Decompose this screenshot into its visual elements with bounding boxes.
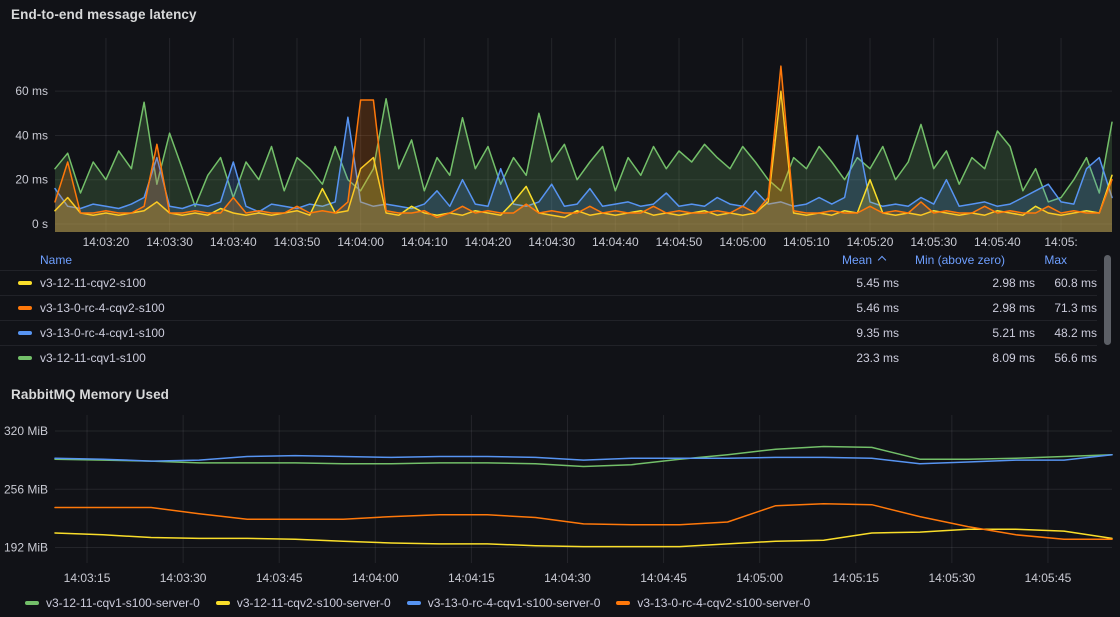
legend-header: Name Mean Min (above zero) Max [0, 250, 1097, 270]
svg-text:0 s: 0 s [32, 217, 48, 231]
svg-text:60 ms: 60 ms [15, 84, 48, 98]
svg-text:14:05:00: 14:05:00 [719, 235, 766, 249]
svg-text:14:03:40: 14:03:40 [210, 235, 257, 249]
legend-rows: v3-12-11-cqv2-s1005.45 ms2.98 ms60.8 msv… [0, 270, 1097, 370]
series-color-swatch [407, 601, 421, 605]
max-value: 71.3 ms [1035, 301, 1097, 315]
legend-header-max[interactable]: Max [1035, 253, 1097, 267]
svg-text:14:05:00: 14:05:00 [736, 571, 783, 585]
svg-text:14:04:30: 14:04:30 [528, 235, 575, 249]
svg-text:14:03:30: 14:03:30 [160, 571, 207, 585]
series-name: v3-13-0-rc-4-cqv2-s100-server-0 [637, 596, 810, 610]
max-value: 48.2 ms [1035, 326, 1097, 340]
svg-text:14:05:: 14:05: [1044, 235, 1077, 249]
max-value: 60.8 ms [1035, 276, 1097, 290]
svg-text:14:04:00: 14:04:00 [352, 571, 399, 585]
series-color-swatch [18, 331, 32, 335]
svg-text:14:03:15: 14:03:15 [64, 571, 111, 585]
legend-row: v3-12-11-cqv2-s100 5.45 ms2.98 ms60.8 ms [0, 270, 1097, 295]
legend-item[interactable]: v3-13-0-rc-4-cqv1-s100-server-0 [407, 596, 601, 610]
svg-text:14:03:50: 14:03:50 [274, 235, 321, 249]
svg-text:14:03:20: 14:03:20 [83, 235, 130, 249]
legend-row: v3-13-0-rc-4-cqv2-s100 5.46 ms2.98 ms71.3… [0, 295, 1097, 320]
series-name[interactable]: v3-12-11-cqv1-s100 [40, 351, 146, 365]
memory-legend: v3-12-11-cqv1-s100-server-0 v3-12-11-cqv2… [25, 596, 826, 610]
series-name: v3-12-11-cqv1-s100-server-0 [46, 596, 200, 610]
series-name[interactable]: v3-13-0-rc-4-cqv1-s100 [40, 326, 165, 340]
svg-text:14:05:30: 14:05:30 [910, 235, 957, 249]
svg-text:14:04:20: 14:04:20 [465, 235, 512, 249]
min-value: 5.21 ms [899, 326, 1035, 340]
svg-text:320 MiB: 320 MiB [4, 424, 48, 438]
legend-scrollbar[interactable] [1104, 255, 1111, 345]
grafana-dashboard: End-to-end message latency 14:03:2014:03… [0, 0, 1120, 617]
svg-text:14:04:10: 14:04:10 [401, 235, 448, 249]
min-value: 2.98 ms [899, 276, 1035, 290]
svg-text:14:05:10: 14:05:10 [783, 235, 830, 249]
latency-chart[interactable]: 14:03:20 14:03:30 14:03:40 14:03:50 14:04:00… [0, 30, 1120, 250]
series-name: v3-13-0-rc-4-cqv1-s100-server-0 [428, 596, 601, 610]
mean-value: 23.3 ms [739, 351, 899, 365]
svg-text:14:05:20: 14:05:20 [847, 235, 894, 249]
svg-text:14:05:15: 14:05:15 [832, 571, 879, 585]
svg-text:14:05:40: 14:05:40 [974, 235, 1021, 249]
legend-item[interactable]: v3-13-0-rc-4-cqv2-s100-server-0 [616, 596, 810, 610]
max-value: 56.6 ms [1035, 351, 1097, 365]
sort-ascending-icon [878, 256, 886, 264]
memory-panel-title[interactable]: RabbitMQ Memory Used [11, 387, 169, 402]
min-value: 8.09 ms [899, 351, 1035, 365]
series-name: v3-12-11-cqv2-s100-server-0 [237, 596, 391, 610]
series-color-swatch [18, 281, 32, 285]
svg-text:14:04:50: 14:04:50 [656, 235, 703, 249]
memory-chart[interactable]: 14:03:15 14:03:30 14:03:45 14:04:00 14:04:15… [0, 405, 1120, 617]
svg-text:256 MiB: 256 MiB [4, 482, 48, 496]
svg-text:14:05:30: 14:05:30 [928, 571, 975, 585]
svg-text:14:04:45: 14:04:45 [640, 571, 687, 585]
min-value: 2.98 ms [899, 301, 1035, 315]
series-name[interactable]: v3-12-11-cqv2-s100 [40, 276, 146, 290]
mean-value: 9.35 ms [739, 326, 899, 340]
series-color-swatch [616, 601, 630, 605]
series-color-swatch [25, 601, 39, 605]
series-color-swatch [18, 306, 32, 310]
legend-item[interactable]: v3-12-11-cqv2-s100-server-0 [216, 596, 391, 610]
series-color-swatch [18, 356, 32, 360]
svg-text:14:05:45: 14:05:45 [1025, 571, 1072, 585]
svg-text:14:04:30: 14:04:30 [544, 571, 591, 585]
svg-text:14:04:15: 14:04:15 [448, 571, 495, 585]
legend-header-mean[interactable]: Mean [739, 253, 899, 267]
legend-header-mean-label: Mean [842, 253, 872, 267]
legend-row: v3-13-0-rc-4-cqv1-s100 9.35 ms5.21 ms48.2… [0, 320, 1097, 345]
legend-item[interactable]: v3-12-11-cqv1-s100-server-0 [25, 596, 200, 610]
series-color-swatch [216, 601, 230, 605]
mean-value: 5.45 ms [739, 276, 899, 290]
svg-text:20 ms: 20 ms [15, 173, 48, 187]
svg-text:14:03:45: 14:03:45 [256, 571, 303, 585]
memory-panel: RabbitMQ Memory Used 14:03:1514:03:3014:… [0, 378, 1120, 617]
legend-header-min[interactable]: Min (above zero) [899, 253, 1035, 267]
latency-legend-table: Name Mean Min (above zero) Max v3-12-11-… [0, 250, 1120, 370]
legend-header-name[interactable]: Name [0, 253, 739, 267]
svg-text:14:03:30: 14:03:30 [146, 235, 193, 249]
latency-panel-title[interactable]: End-to-end message latency [11, 7, 197, 22]
series-name[interactable]: v3-13-0-rc-4-cqv2-s100 [40, 301, 165, 315]
latency-panel: End-to-end message latency 14:03:2014:03… [0, 0, 1120, 378]
svg-text:192 MiB: 192 MiB [4, 541, 48, 555]
legend-row: v3-12-11-cqv1-s100 23.3 ms8.09 ms56.6 ms [0, 345, 1097, 370]
svg-text:14:04:40: 14:04:40 [592, 235, 639, 249]
svg-text:40 ms: 40 ms [15, 128, 48, 142]
svg-text:14:04:00: 14:04:00 [337, 235, 384, 249]
mean-value: 5.46 ms [739, 301, 899, 315]
